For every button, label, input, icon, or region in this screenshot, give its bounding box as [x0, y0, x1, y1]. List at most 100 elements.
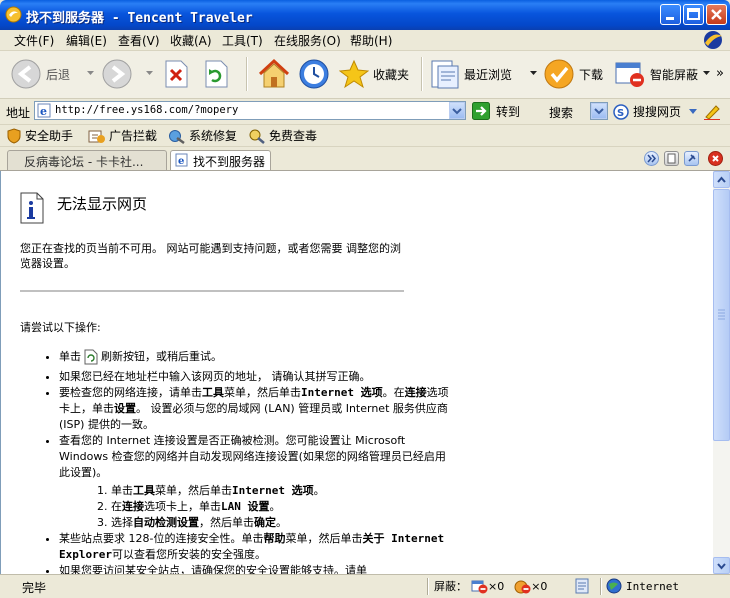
page-title: 无法显示网页: [57, 195, 148, 213]
stop-button[interactable]: [163, 57, 189, 91]
smart-block-dropdown-icon[interactable]: [703, 71, 710, 76]
download-button[interactable]: 下载: [543, 57, 603, 91]
tab-antivirus-forum[interactable]: 反病毒论坛 - 卡卡社...: [7, 150, 167, 170]
list-item: 查看您的 Internet 连接设置是否正确被检测。您可能设置让 Microso…: [59, 433, 449, 531]
ad-block-icon: [514, 580, 531, 593]
title-bar[interactable]: 找不到服务器 - Tencent Traveler: [0, 0, 730, 30]
security-zone[interactable]: Internet: [606, 577, 679, 595]
tab-restore-button[interactable]: [664, 151, 679, 166]
address-label: 地址: [6, 106, 31, 120]
minimize-icon: [666, 17, 674, 20]
forward-button[interactable]: [101, 57, 133, 91]
address-dropdown-button[interactable]: [449, 102, 465, 119]
recent-pages-icon: [431, 60, 459, 89]
ad-block-link[interactable]: 广告拦截: [88, 127, 157, 144]
tab-server-not-found[interactable]: e 找不到服务器: [170, 150, 271, 170]
back-button[interactable]: 后退: [10, 57, 70, 91]
tencent-traveler-icon: [5, 6, 22, 23]
ie-page-icon: e: [175, 153, 188, 167]
list-item: 某些站点要求 128-位的连接安全性。单击帮助菜单，然后单击关于 Interne…: [59, 531, 449, 563]
forward-dropdown-icon[interactable]: [146, 71, 153, 76]
maximize-button[interactable]: [683, 4, 704, 25]
text-bold: 设置: [114, 402, 136, 415]
address-bar: 地址 e http://free.ys168.com/?mopery 转到 搜索…: [0, 99, 730, 125]
toolbar-overflow-chevron[interactable]: »: [716, 66, 724, 81]
menu-tools[interactable]: 工具(T): [222, 32, 263, 49]
tab-pin-button[interactable]: [684, 151, 699, 166]
window-title: 找不到服务器 - Tencent Traveler: [26, 11, 253, 26]
text-bold: 帮助: [263, 532, 286, 545]
recent-dropdown-icon[interactable]: [530, 71, 537, 76]
ad-block-label: 广告拦截: [109, 129, 158, 143]
text: 查看您的 Internet 连接设置是否正确被检测。您可能设置让 Microso…: [59, 434, 446, 479]
ad-block-icon: [88, 130, 105, 143]
chevron-down-icon: [594, 108, 604, 115]
go-button[interactable]: 转到: [472, 102, 520, 120]
text: 菜单，然后单击: [224, 386, 301, 399]
back-label: 后退: [46, 67, 71, 82]
star-icon: [339, 59, 369, 89]
sub-list: 单击工具菜单，然后单击Internet 选项。 在连接选项卡上，单击LAN 设置…: [59, 483, 449, 531]
ad-count: ×0: [531, 579, 548, 593]
system-repair-label: 系统修复: [189, 129, 238, 143]
divider: [20, 290, 404, 292]
sub-list-item: 选择自动检测设置，然后单击确定。: [111, 515, 449, 531]
smart-block-label: 智能屏蔽: [650, 67, 699, 82]
scroll-up-button[interactable]: [713, 171, 730, 188]
block-counter[interactable]: 屏蔽： ×0 ×0: [434, 577, 547, 595]
menu-help[interactable]: 帮助(H): [350, 32, 392, 49]
favorites-button[interactable]: 收藏夹: [339, 57, 409, 91]
page-content: 无法显示网页 您正在查找的页当前不可用。 网站可能遇到支持问题，或者您需要 调整…: [0, 171, 713, 574]
close-icon: [712, 155, 719, 162]
chevron-down-icon: [717, 563, 726, 570]
free-virus-scan-link[interactable]: 免费查毒: [248, 127, 317, 144]
virus-scan-icon: [249, 129, 265, 144]
scroll-down-button[interactable]: [713, 557, 730, 574]
toolbar: 后退 收藏夹 最近浏览 下载 智能屏蔽 »: [0, 51, 730, 99]
highlight-pen-icon[interactable]: [703, 103, 721, 120]
browser-logo-icon: [704, 31, 722, 49]
refresh-button[interactable]: [203, 57, 229, 91]
search-dropdown-button[interactable]: [591, 103, 607, 119]
go-arrow-icon: [472, 102, 490, 120]
back-dropdown-icon[interactable]: [87, 71, 94, 76]
close-tab-button[interactable]: [708, 151, 723, 166]
shield-icon: [7, 127, 21, 144]
refresh-icon: [84, 349, 98, 365]
recent-browse-button[interactable]: 最近浏览: [430, 57, 512, 91]
scroll-thumb[interactable]: [713, 189, 730, 441]
menu-file[interactable]: 文件(F): [14, 32, 54, 49]
security-assistant-label: 安全助手: [25, 129, 74, 143]
menu-favorites[interactable]: 收藏(A): [170, 32, 212, 49]
refresh-icon: [205, 60, 228, 88]
list-item: 如果您要访问某安全站点，请确保您的安全设置能够支持。请单: [59, 563, 449, 574]
double-chevron-right-icon: [647, 154, 656, 163]
smart-block-button[interactable]: 智能屏蔽: [614, 57, 698, 91]
grip-icon: [718, 309, 725, 320]
system-repair-link[interactable]: 系统修复: [168, 127, 237, 144]
forward-arrow-icon: [102, 59, 132, 89]
menu-edit[interactable]: 编辑(E): [66, 32, 107, 49]
search-input[interactable]: [590, 102, 608, 120]
vertical-scrollbar[interactable]: [713, 171, 730, 574]
home-button[interactable]: [257, 57, 291, 91]
page-info-icon[interactable]: [575, 578, 589, 594]
security-assistant-link[interactable]: 安全助手: [6, 127, 73, 144]
menu-view[interactable]: 查看(V): [118, 32, 160, 49]
download-label: 下载: [579, 67, 604, 82]
tab-list-button[interactable]: [644, 151, 659, 166]
svg-text:S: S: [617, 108, 624, 119]
minimize-button[interactable]: [660, 4, 681, 25]
status-bar: 完毕 屏蔽： ×0 ×0 Internet: [0, 574, 730, 598]
address-input[interactable]: e http://free.ys168.com/?mopery: [34, 101, 466, 120]
text: 。: [276, 516, 287, 529]
search-engine-selector[interactable]: S 搜搜网页: [613, 103, 698, 120]
toolbar-separator: [421, 57, 423, 91]
svg-text:e: e: [40, 105, 47, 118]
text: 单击: [59, 350, 81, 363]
menu-online-services[interactable]: 在线服务(O): [274, 32, 341, 49]
close-button[interactable]: [706, 4, 727, 25]
text: 选择: [111, 516, 133, 529]
history-button[interactable]: [298, 57, 330, 91]
text-bold: 工具: [202, 386, 224, 399]
